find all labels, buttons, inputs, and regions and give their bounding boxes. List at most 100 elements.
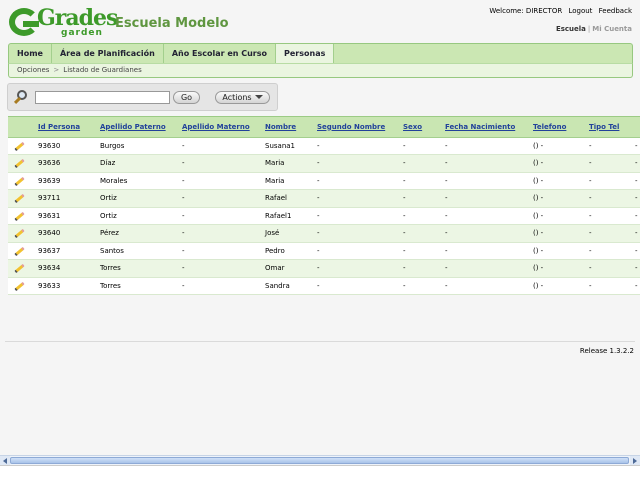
pencil-icon[interactable] <box>14 159 25 169</box>
edit-cell[interactable] <box>8 242 34 260</box>
edit-cell[interactable] <box>8 154 34 173</box>
cell-id: 93636 <box>34 154 96 173</box>
actions-button[interactable]: Actions <box>215 91 270 104</box>
table-row: 93630 Burgos - Susana1 - - - () - - - <box>8 137 640 155</box>
col-fecha-nacimiento[interactable]: Fecha Nacimiento <box>441 117 529 138</box>
cell-overflow: - <box>631 259 640 278</box>
horizontal-scrollbar[interactable] <box>0 455 640 465</box>
breadcrumb: Opciones > Listado de Guardianes <box>8 63 633 78</box>
col-apellido-paterno[interactable]: Apellido Paterno <box>96 117 178 138</box>
pencil-icon[interactable] <box>14 229 25 239</box>
cell-fecha: - <box>441 277 529 295</box>
cell-nombre: Pedro <box>261 242 313 260</box>
table-row: 93711 Ortiz - Rafael - - - () - - - <box>8 189 640 208</box>
cell-overflow: - <box>631 207 640 225</box>
cell-telefono: () - <box>529 137 585 155</box>
edit-cell[interactable] <box>8 259 34 278</box>
search-input[interactable] <box>35 91 170 104</box>
cell-fecha: - <box>441 242 529 260</box>
cell-id: 93639 <box>34 172 96 190</box>
cell-fecha: - <box>441 154 529 173</box>
cell-fecha: - <box>441 224 529 243</box>
context-mi-cuenta-link[interactable]: Mi Cuenta <box>592 25 632 33</box>
cell-sexo: - <box>399 154 441 173</box>
cell-segundo-nombre: - <box>313 242 399 260</box>
cell-tipo-tel: - <box>585 137 631 155</box>
cell-id: 93637 <box>34 242 96 260</box>
col-sexo[interactable]: Sexo <box>399 117 441 138</box>
cell-segundo-nombre: - <box>313 207 399 225</box>
welcome-text: Welcome: DIRECTOR <box>489 7 563 15</box>
cell-segundo-nombre: - <box>313 154 399 173</box>
cell-apellido-paterno: Pérez <box>96 224 178 243</box>
cell-telefono: () - <box>529 224 585 243</box>
cell-apellido-materno: - <box>178 137 261 155</box>
cell-apellido-paterno: Morales <box>96 172 178 190</box>
go-button-label: Go <box>180 93 193 102</box>
feedback-link[interactable]: Feedback <box>599 7 632 15</box>
table-row: 93631 Ortiz - Rafael1 - - - () - - - <box>8 207 640 225</box>
pencil-icon[interactable] <box>14 176 25 186</box>
pencil-icon[interactable] <box>14 281 25 291</box>
pencil-icon[interactable] <box>14 194 25 204</box>
cell-telefono: () - <box>529 242 585 260</box>
breadcrumb-opciones[interactable]: Opciones <box>17 66 49 74</box>
cell-segundo-nombre: - <box>313 224 399 243</box>
table-header-row: Id Persona Apellido Paterno Apellido Mat… <box>8 117 640 138</box>
breadcrumb-current: Listado de Guardianes <box>63 66 142 74</box>
tab-personas[interactable]: Personas <box>276 44 335 63</box>
col-apellido-materno[interactable]: Apellido Materno <box>178 117 261 138</box>
logo-subword: garden <box>61 28 103 38</box>
col-nombre[interactable]: Nombre <box>261 117 313 138</box>
col-telefono[interactable]: Telefono <box>529 117 585 138</box>
logo-word: Grades <box>37 5 118 31</box>
pencil-icon[interactable] <box>14 211 25 221</box>
cell-sexo: - <box>399 207 441 225</box>
cell-apellido-paterno: Díaz <box>96 154 178 173</box>
edit-cell[interactable] <box>8 207 34 225</box>
cell-tipo-tel: - <box>585 259 631 278</box>
edit-cell[interactable] <box>8 189 34 208</box>
cell-fecha: - <box>441 207 529 225</box>
cell-segundo-nombre: - <box>313 189 399 208</box>
edit-cell[interactable] <box>8 172 34 190</box>
cell-id: 93631 <box>34 207 96 225</box>
cell-fecha: - <box>441 172 529 190</box>
cell-nombre: José <box>261 224 313 243</box>
cell-tipo-tel: - <box>585 224 631 243</box>
school-name: Escuela Modelo <box>115 16 229 31</box>
col-tipo-tel[interactable]: Tipo Tel <box>585 117 631 138</box>
cell-tipo-tel: - <box>585 242 631 260</box>
magnifier-icon <box>12 89 30 107</box>
tab-area-planificacion[interactable]: Área de Planificación <box>52 44 164 63</box>
edit-cell[interactable] <box>8 137 34 155</box>
scroll-left-icon[interactable] <box>0 456 10 465</box>
tab-home[interactable]: Home <box>9 44 52 63</box>
edit-cell[interactable] <box>8 277 34 295</box>
cell-nombre: Rafael1 <box>261 207 313 225</box>
cell-apellido-materno: - <box>178 224 261 243</box>
cell-id: 93711 <box>34 189 96 208</box>
pencil-icon[interactable] <box>14 264 25 274</box>
logout-link[interactable]: Logout <box>568 7 592 15</box>
pencil-icon[interactable] <box>14 141 25 151</box>
tab-ano-escolar[interactable]: Año Escolar en Curso <box>164 44 277 63</box>
table-row: 93634 Torres - Omar - - - () - - - <box>8 259 640 278</box>
scroll-right-icon[interactable] <box>630 456 640 465</box>
cell-sexo: - <box>399 172 441 190</box>
go-button[interactable]: Go <box>173 91 200 104</box>
cell-overflow: - <box>631 277 640 295</box>
search-toolbar: Go Actions <box>7 83 278 111</box>
edit-cell[interactable] <box>8 224 34 243</box>
col-segundo-nombre[interactable]: Segundo Nombre <box>313 117 399 138</box>
cell-apellido-materno: - <box>178 242 261 260</box>
cell-apellido-materno: - <box>178 154 261 173</box>
context-escuela-link[interactable]: Escuela <box>556 25 586 33</box>
scrollbar-thumb[interactable] <box>10 457 629 464</box>
col-id-persona[interactable]: Id Persona <box>34 117 96 138</box>
cell-overflow: - <box>631 137 640 155</box>
chevron-down-icon <box>254 95 263 99</box>
cell-apellido-materno: - <box>178 207 261 225</box>
pencil-icon[interactable] <box>14 246 25 256</box>
table-row: 93633 Torres - Sandra - - - () - - - <box>8 277 640 295</box>
